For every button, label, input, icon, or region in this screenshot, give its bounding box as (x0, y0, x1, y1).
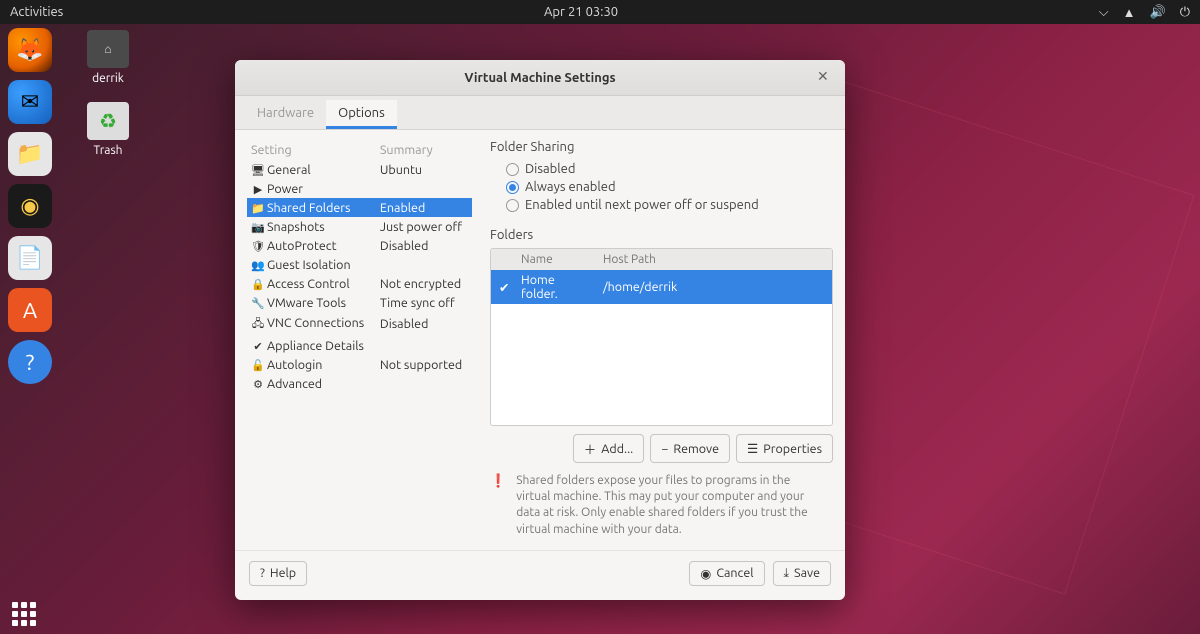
minus-icon: − (661, 442, 668, 456)
folders-title: Folders (490, 228, 833, 242)
desktop-home-label: derrik (78, 72, 138, 85)
col-checkbox (491, 249, 513, 270)
desktop-home-folder[interactable]: ⌂ derrik (78, 30, 138, 85)
cancel-button[interactable]: ◉Cancel (689, 561, 764, 586)
setting-icon: 👥 (251, 259, 265, 272)
add-folder-button[interactable]: ＋Add... (573, 434, 644, 463)
settings-list: Setting Summary 🖥GeneralUbuntu▶Power📁Sha… (247, 140, 472, 538)
radio-until-poweroff[interactable]: Enabled until next power off or suspend (506, 196, 833, 214)
settings-row-autoprotect[interactable]: 🛡AutoProtectDisabled (247, 236, 472, 255)
folders-table: Name Host Path ✔ Home folder. /home/derr… (490, 248, 833, 426)
list-icon: ☰ (747, 441, 758, 456)
desktop-trash[interactable]: ♻ Trash (78, 102, 138, 157)
dock-rhythmbox[interactable]: ◉ (8, 184, 52, 228)
settings-row-power[interactable]: ▶Power (247, 179, 472, 198)
dock-thunderbird[interactable]: ✉ (8, 80, 52, 124)
setting-icon: 🖥 (251, 164, 265, 177)
dock-libreoffice[interactable]: 📄 (8, 236, 52, 280)
settings-row-autologin[interactable]: 🔓AutologinNot supported (247, 355, 472, 374)
save-icon: ⤓ (784, 566, 790, 581)
col-name: Name (513, 249, 595, 270)
save-button[interactable]: ⤓Save (773, 561, 831, 586)
col-summary: Summary (376, 140, 472, 160)
radio-disabled[interactable]: Disabled (506, 160, 833, 178)
setting-icon: ▶ (251, 183, 265, 196)
show-applications-button[interactable] (12, 602, 36, 626)
dialog-titlebar[interactable]: Virtual Machine Settings ✕ (235, 60, 845, 96)
bluetooth-icon[interactable]: ⌵ (1099, 5, 1109, 20)
close-icon[interactable]: ✕ (817, 68, 835, 86)
shared-folders-warning: ❗ Shared folders expose your files to pr… (490, 473, 833, 538)
row-host-path: /home/derrik (595, 277, 832, 297)
col-setting: Setting (247, 140, 376, 160)
help-icon: ? (260, 566, 265, 580)
power-icon[interactable]: ⏻ (1180, 5, 1190, 20)
folder-row[interactable]: ✔ Home folder. /home/derrik (491, 270, 832, 304)
row-name: Home folder. (513, 270, 595, 304)
dock-firefox[interactable]: 🦊 (8, 28, 52, 72)
settings-detail-panel: Folder Sharing Disabled Always enabled E… (490, 140, 833, 538)
settings-row-access-control[interactable]: 🔒Access ControlNot encrypted (247, 274, 472, 293)
setting-icon: 🛡 (251, 240, 265, 253)
dock-help[interactable]: ? (8, 340, 52, 384)
setting-icon: ⚙ (251, 378, 265, 391)
trash-icon: ♻ (87, 102, 129, 140)
settings-row-shared-folders[interactable]: 📁Shared FoldersEnabled (247, 198, 472, 217)
radio-icon (506, 199, 519, 212)
dialog-tabs: Hardware Options (235, 96, 845, 130)
remove-folder-button[interactable]: −Remove (650, 434, 730, 463)
desktop-trash-label: Trash (78, 144, 138, 157)
cancel-icon: ◉ (700, 566, 711, 581)
setting-icon: 🖧 (251, 315, 265, 334)
settings-row-vmware-tools[interactable]: 🔧VMware ToolsTime sync off (247, 293, 472, 312)
folder-sharing-title: Folder Sharing (490, 140, 833, 154)
clock[interactable]: Apr 21 03:30 (544, 5, 618, 19)
setting-icon: 🔓 (251, 359, 265, 372)
tab-hardware[interactable]: Hardware (245, 100, 326, 129)
settings-row-advanced[interactable]: ⚙Advanced (247, 374, 472, 393)
radio-icon (506, 163, 519, 176)
folder-properties-button[interactable]: ☰Properties (736, 434, 833, 463)
settings-row-appliance-details[interactable]: ✔Appliance Details (247, 336, 472, 355)
setting-icon: 🔧 (251, 297, 265, 310)
home-icon: ⌂ (87, 30, 129, 68)
volume-icon[interactable]: 🔊 (1150, 5, 1166, 20)
dock-software[interactable]: A (8, 288, 52, 332)
help-button[interactable]: ?Help (249, 561, 307, 586)
activities-button[interactable]: Activities (10, 5, 63, 19)
row-check-icon: ✔ (491, 277, 513, 298)
setting-icon: 📁 (251, 202, 265, 215)
settings-row-snapshots[interactable]: 📷SnapshotsJust power off (247, 217, 472, 236)
dock: 🦊 ✉ 📁 ◉ 📄 A ? (4, 28, 56, 384)
gnome-topbar: Activities Apr 21 03:30 ⌵ ▲ 🔊 ⏻ (0, 0, 1200, 24)
folder-sharing-radios: Disabled Always enabled Enabled until ne… (490, 160, 833, 214)
col-host-path: Host Path (595, 249, 832, 270)
setting-icon: 🔒 (251, 278, 265, 291)
dock-files[interactable]: 📁 (8, 132, 52, 176)
settings-row-guest-isolation[interactable]: 👥Guest Isolation (247, 255, 472, 274)
network-icon[interactable]: ▲ (1123, 5, 1136, 20)
radio-always-enabled[interactable]: Always enabled (506, 178, 833, 196)
plus-icon: ＋ (584, 439, 597, 458)
tab-options[interactable]: Options (326, 100, 397, 129)
settings-row-vnc-connections[interactable]: 🖧VNC ConnectionsDisabled (247, 312, 472, 336)
setting-icon: ✔ (251, 340, 265, 353)
radio-icon (506, 181, 519, 194)
settings-row-general[interactable]: 🖥GeneralUbuntu (247, 160, 472, 179)
vm-settings-dialog: Virtual Machine Settings ✕ Hardware Opti… (235, 60, 845, 600)
warning-icon: ❗ (490, 473, 506, 538)
dialog-title: Virtual Machine Settings (464, 71, 615, 85)
setting-icon: 📷 (251, 221, 265, 234)
